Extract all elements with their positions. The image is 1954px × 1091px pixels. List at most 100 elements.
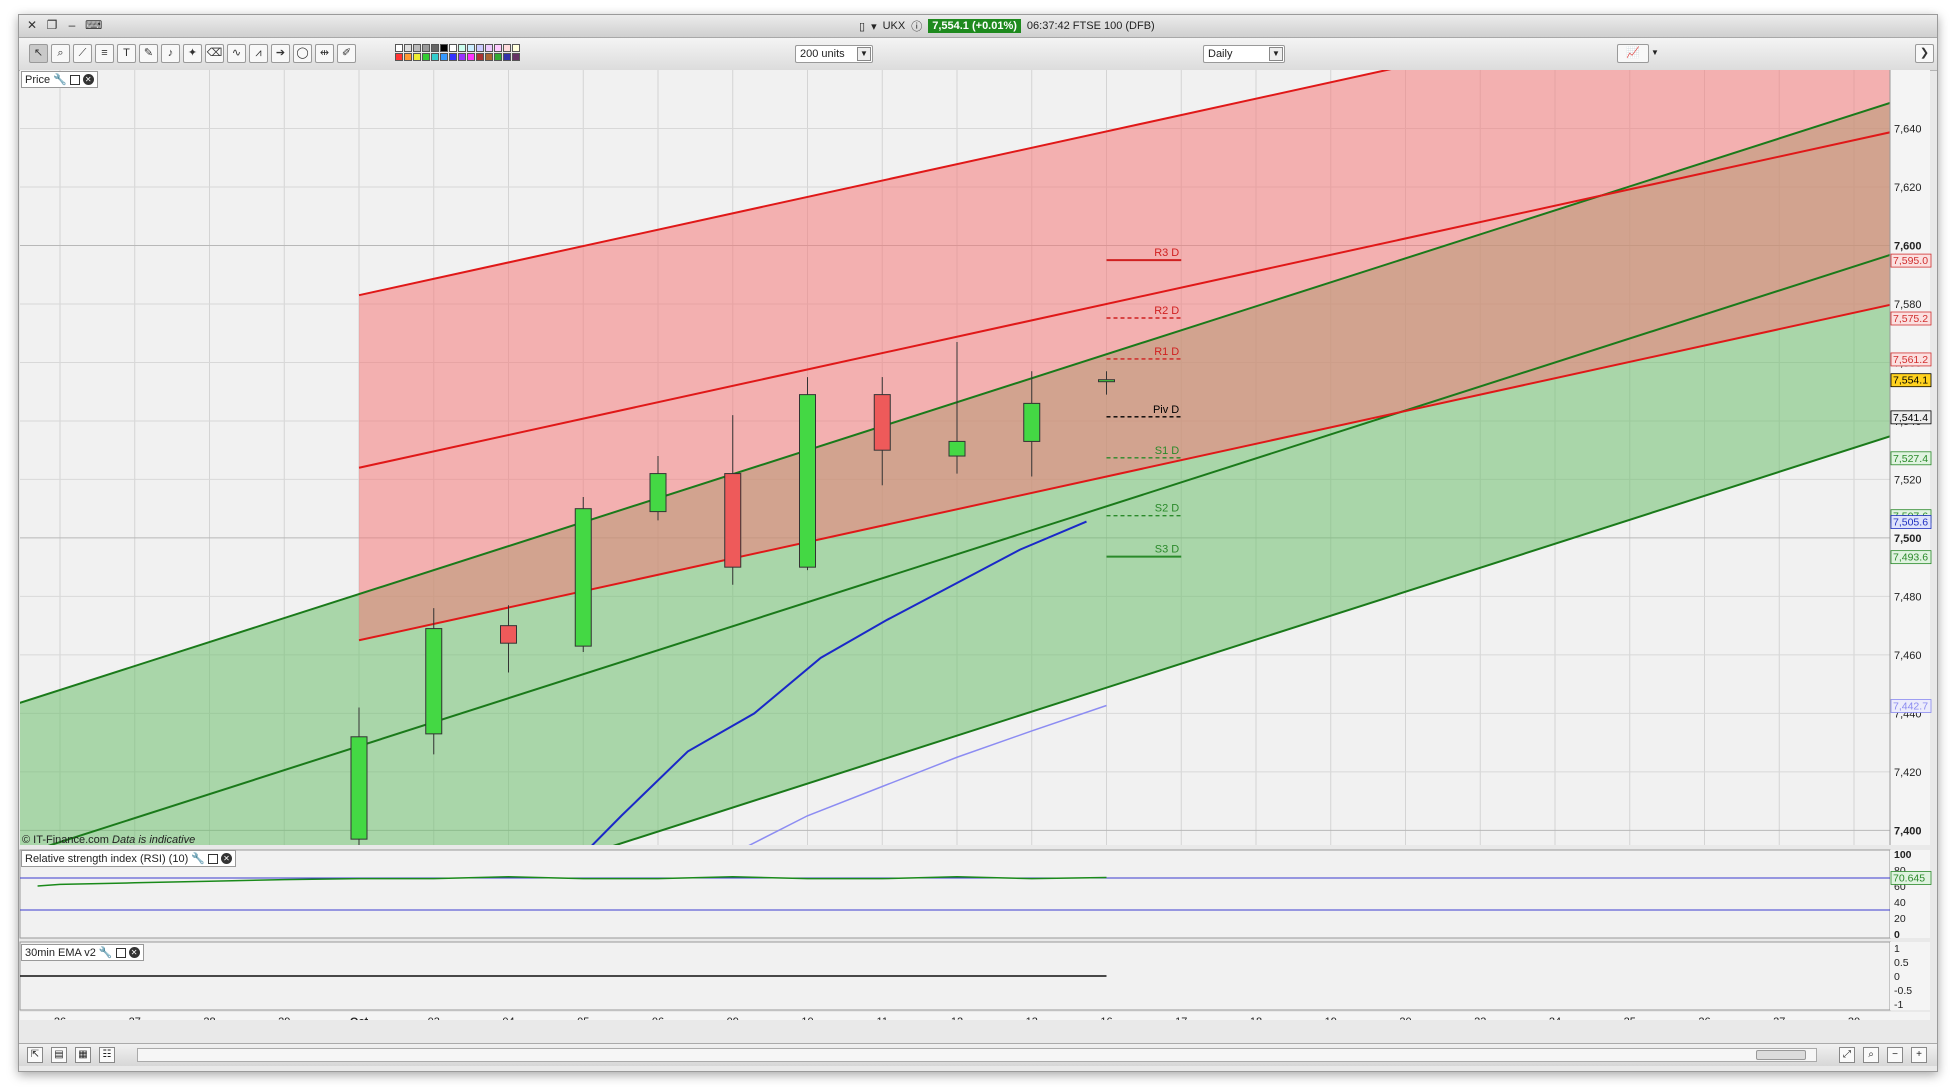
price-tick: 7,600 bbox=[1894, 240, 1922, 252]
layout-icon[interactable]: ▦ bbox=[75, 1047, 91, 1063]
print-icon[interactable]: ▤ bbox=[51, 1047, 67, 1063]
date-tick: 27 bbox=[1773, 1016, 1785, 1020]
chart-area[interactable]: R3 D R2 D R1 D Piv D S1 D S2 D S3 D 7,640 7,620 7… bbox=[0, 0, 1934, 1020]
rsi-tick: 40 bbox=[1894, 897, 1906, 909]
rsi-tick: 100 bbox=[1894, 849, 1912, 861]
fit-icon[interactable]: ⤢ bbox=[1839, 1047, 1855, 1063]
date-tick: 09 bbox=[727, 1016, 739, 1020]
rsi-panel-label[interactable]: Relative strength index (RSI) (10) 🔧 ✕ bbox=[21, 850, 236, 867]
close-icon[interactable]: ✕ bbox=[128, 947, 140, 958]
date-axis-bg bbox=[20, 1012, 1930, 1020]
rsi-tick: 20 bbox=[1894, 913, 1906, 925]
date-tick: 03 bbox=[428, 1016, 440, 1020]
date-tick: 19 bbox=[1325, 1016, 1337, 1020]
date-tick: 26 bbox=[54, 1016, 66, 1020]
price-badge-text: 7,442.7 bbox=[1893, 701, 1928, 713]
zoom-controls: ⤢ ⌕ − + bbox=[1839, 1047, 1927, 1063]
pivot-label: S1 D bbox=[1155, 445, 1180, 457]
ema-tick: 1 bbox=[1894, 943, 1900, 955]
status-icons: ⇱ ▤ ▦ ☷ bbox=[27, 1047, 115, 1063]
rsi-background bbox=[19, 849, 1891, 939]
ema-tick: -0.5 bbox=[1894, 985, 1912, 997]
pivot-label: R2 D bbox=[1154, 305, 1179, 317]
pivot-label: Piv D bbox=[1153, 404, 1179, 416]
price-axis: 7,6407,6207,6007,5807,5607,5407,5207,500… bbox=[1889, 70, 1932, 845]
date-tick: 23 bbox=[1474, 1016, 1486, 1020]
date-tick: 30 bbox=[1848, 1016, 1860, 1020]
price-tick: 7,640 bbox=[1894, 123, 1922, 135]
window-icon[interactable] bbox=[115, 947, 126, 958]
price-panel-label[interactable]: Price 🔧 ✕ bbox=[21, 71, 98, 88]
window-icon[interactable] bbox=[69, 74, 80, 85]
candle-body[interactable] bbox=[500, 625, 517, 644]
price-tick: 7,520 bbox=[1894, 474, 1922, 486]
date-tick: 11 bbox=[877, 1016, 888, 1020]
pivot-label: R3 D bbox=[1154, 247, 1179, 259]
price-tick: 7,620 bbox=[1894, 182, 1922, 194]
rsi-badge-text: 70.645 bbox=[1893, 872, 1925, 884]
ema-panel[interactable]: 1 0.5 0 -0.5 -1 bbox=[19, 941, 1930, 1011]
date-axis: 26 27 28 29 Oct 03 04 05 06 09 10 11 12 13 16 17 18 19 20 2… bbox=[20, 1012, 1930, 1020]
pivot-label: S2 D bbox=[1155, 503, 1180, 515]
candle-body[interactable] bbox=[873, 394, 891, 451]
zoom-area-icon[interactable]: ⌕ bbox=[1863, 1047, 1879, 1063]
candle-body[interactable] bbox=[649, 473, 667, 513]
scroll-thumb[interactable] bbox=[1756, 1050, 1806, 1060]
candle-body[interactable] bbox=[1098, 379, 1115, 383]
zoom-in-icon[interactable]: + bbox=[1911, 1047, 1927, 1063]
status-bar: ⇱ ▤ ▦ ☷ ⤢ ⌕ − + bbox=[19, 1043, 1937, 1066]
wrench-icon[interactable]: 🔧 bbox=[53, 73, 67, 87]
zoom-out-icon[interactable]: − bbox=[1887, 1047, 1903, 1063]
window-icon[interactable] bbox=[207, 853, 218, 864]
date-tick: 27 bbox=[129, 1016, 141, 1020]
pivot-label: R1 D bbox=[1154, 346, 1179, 358]
date-tick: 10 bbox=[801, 1016, 813, 1020]
date-tick: 13 bbox=[1026, 1016, 1038, 1020]
price-tick: 7,500 bbox=[1894, 533, 1922, 545]
date-tick: 20 bbox=[1399, 1016, 1411, 1020]
candle-body[interactable] bbox=[350, 736, 368, 840]
candle-body[interactable] bbox=[799, 394, 816, 568]
date-tick: 05 bbox=[577, 1016, 589, 1020]
candle-body[interactable] bbox=[948, 440, 966, 457]
price-tick: 7,420 bbox=[1894, 767, 1922, 779]
candle-body[interactable] bbox=[574, 508, 592, 647]
settings-icon[interactable]: ☷ bbox=[99, 1047, 115, 1063]
ema-tick: 0.5 bbox=[1894, 957, 1909, 969]
export-icon[interactable]: ⇱ bbox=[27, 1047, 43, 1063]
date-tick: 24 bbox=[1549, 1016, 1561, 1020]
date-tick: 04 bbox=[502, 1016, 514, 1020]
horizontal-scrollbar[interactable] bbox=[137, 1048, 1817, 1062]
ema-panel-label[interactable]: 30min EMA v2 🔧 ✕ bbox=[21, 944, 144, 961]
rsi-tick: 0 bbox=[1894, 929, 1900, 941]
date-tick: 16 bbox=[1100, 1016, 1112, 1020]
price-label-text: Price bbox=[25, 73, 51, 86]
close-icon[interactable]: ✕ bbox=[82, 74, 94, 85]
date-tick: 06 bbox=[652, 1016, 664, 1020]
wrench-icon[interactable]: 🔧 bbox=[191, 852, 205, 866]
price-badge-text: 7,505.6 bbox=[1893, 517, 1928, 529]
date-tick: 12 bbox=[951, 1016, 963, 1020]
watermark-text: © IT-Finance.com bbox=[22, 834, 109, 846]
wrench-icon[interactable]: 🔧 bbox=[99, 946, 113, 960]
date-tick: Oct bbox=[350, 1016, 369, 1020]
ema-label-text: 30min EMA v2 bbox=[25, 946, 96, 959]
close-icon[interactable]: ✕ bbox=[220, 853, 232, 864]
date-tick: 18 bbox=[1250, 1016, 1262, 1020]
price-badge-text: 7,541.4 bbox=[1893, 412, 1928, 424]
candle-body[interactable] bbox=[1023, 402, 1041, 442]
price-tick: 7,460 bbox=[1894, 650, 1922, 662]
ema-tick: 0 bbox=[1894, 971, 1900, 983]
date-tick: 28 bbox=[203, 1016, 215, 1020]
date-tick: 26 bbox=[1698, 1016, 1710, 1020]
date-tick: 29 bbox=[278, 1016, 290, 1020]
date-tick: 25 bbox=[1624, 1016, 1636, 1020]
rsi-panel[interactable]: 10080604020070.645 bbox=[19, 849, 1932, 941]
candle-body[interactable] bbox=[425, 628, 443, 735]
price-badge-text: 7,575.2 bbox=[1893, 313, 1928, 325]
candle-body[interactable] bbox=[724, 473, 742, 568]
price-badge-text: 7,527.4 bbox=[1893, 453, 1928, 465]
price-badge-text: 7,493.6 bbox=[1893, 552, 1928, 564]
price-tick: 7,480 bbox=[1894, 591, 1922, 603]
rsi-label-text: Relative strength index (RSI) (10) bbox=[25, 852, 189, 865]
